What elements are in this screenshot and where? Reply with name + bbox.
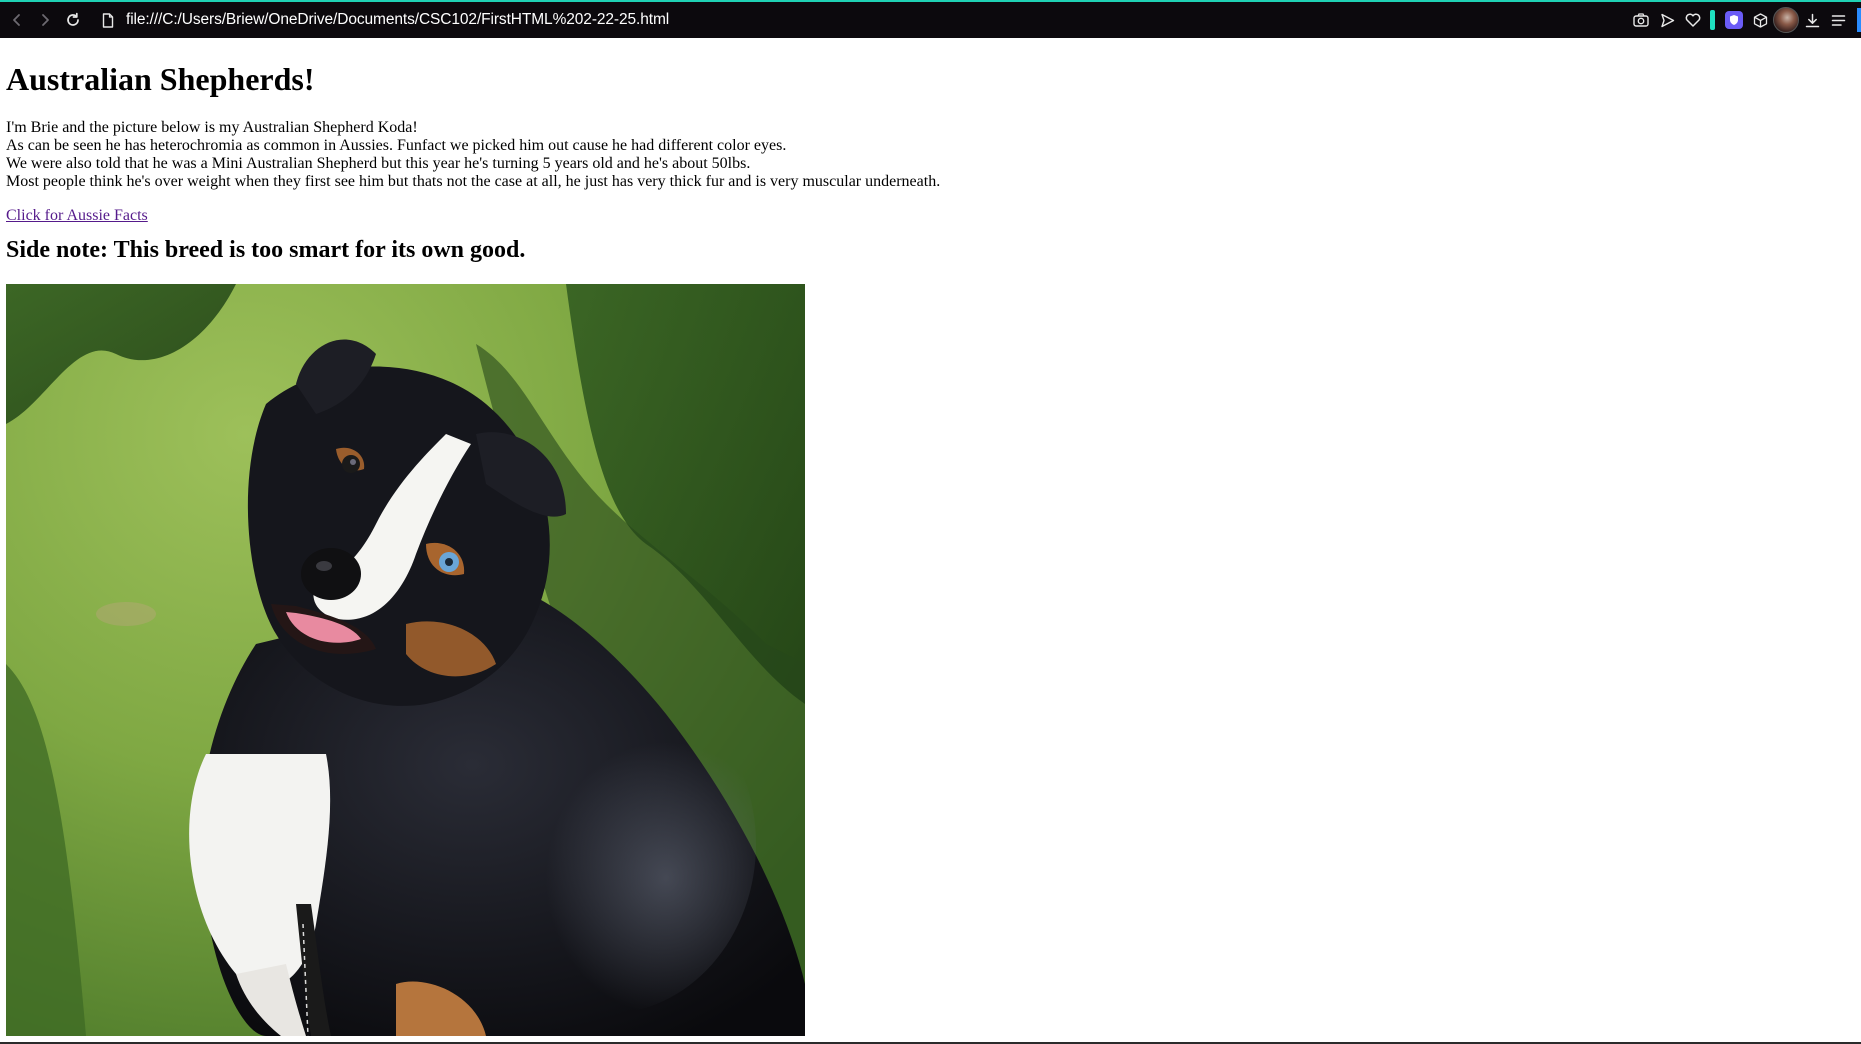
downloads-button[interactable]: [1799, 7, 1825, 33]
aussie-facts-link[interactable]: Click for Aussie Facts: [6, 207, 148, 225]
camera-icon: [1633, 13, 1649, 27]
extension-shield-icon: [1725, 11, 1743, 29]
side-note-heading: Side note: This breed is too smart for i…: [6, 237, 526, 263]
extension-button[interactable]: [1721, 7, 1747, 33]
download-icon: [1805, 13, 1820, 28]
paragraph-line: We were also told that he was a Mini Aus…: [6, 155, 751, 172]
back-button[interactable]: [4, 7, 30, 33]
menu-button[interactable]: [1825, 7, 1851, 33]
toolbar-right-icons: [1628, 2, 1861, 38]
favorite-button[interactable]: [1680, 7, 1706, 33]
file-icon: [100, 12, 116, 28]
cube-button[interactable]: [1747, 7, 1773, 33]
cube-icon: [1753, 12, 1768, 28]
heart-icon: [1685, 13, 1701, 27]
page-content: Australian Shepherds! I'm Brie and the p…: [6, 38, 1846, 1036]
back-icon: [10, 13, 24, 27]
paragraph-line: I'm Brie and the picture below is my Aus…: [6, 119, 418, 136]
edge-indicator: [1857, 8, 1861, 32]
browser-toolbar: file:///C:/Users/Briew/OneDrive/Document…: [0, 0, 1861, 38]
send-button[interactable]: [1654, 7, 1680, 33]
page-title: Australian Shepherds!: [6, 61, 315, 97]
paragraph-line: Most people think he's over weight when …: [6, 173, 941, 190]
send-icon: [1660, 13, 1675, 28]
reload-icon: [65, 12, 81, 28]
profile-button[interactable]: [1773, 7, 1799, 33]
url-text[interactable]: file:///C:/Users/Briew/OneDrive/Document…: [126, 11, 669, 29]
snapshot-button[interactable]: [1628, 7, 1654, 33]
forward-icon: [38, 13, 52, 27]
avatar: [1773, 7, 1799, 33]
address-bar[interactable]: file:///C:/Users/Briew/OneDrive/Document…: [100, 2, 669, 38]
intro-paragraph: I'm Brie and the picture below is my Aus…: [6, 119, 1846, 191]
paragraph-line: As can be seen he has heterochromia as c…: [6, 137, 787, 154]
sidebar-indicator: [1710, 10, 1715, 30]
dog-photo: [6, 284, 805, 1036]
menu-icon: [1831, 14, 1846, 27]
reload-button[interactable]: [60, 7, 86, 33]
forward-button[interactable]: [32, 7, 58, 33]
